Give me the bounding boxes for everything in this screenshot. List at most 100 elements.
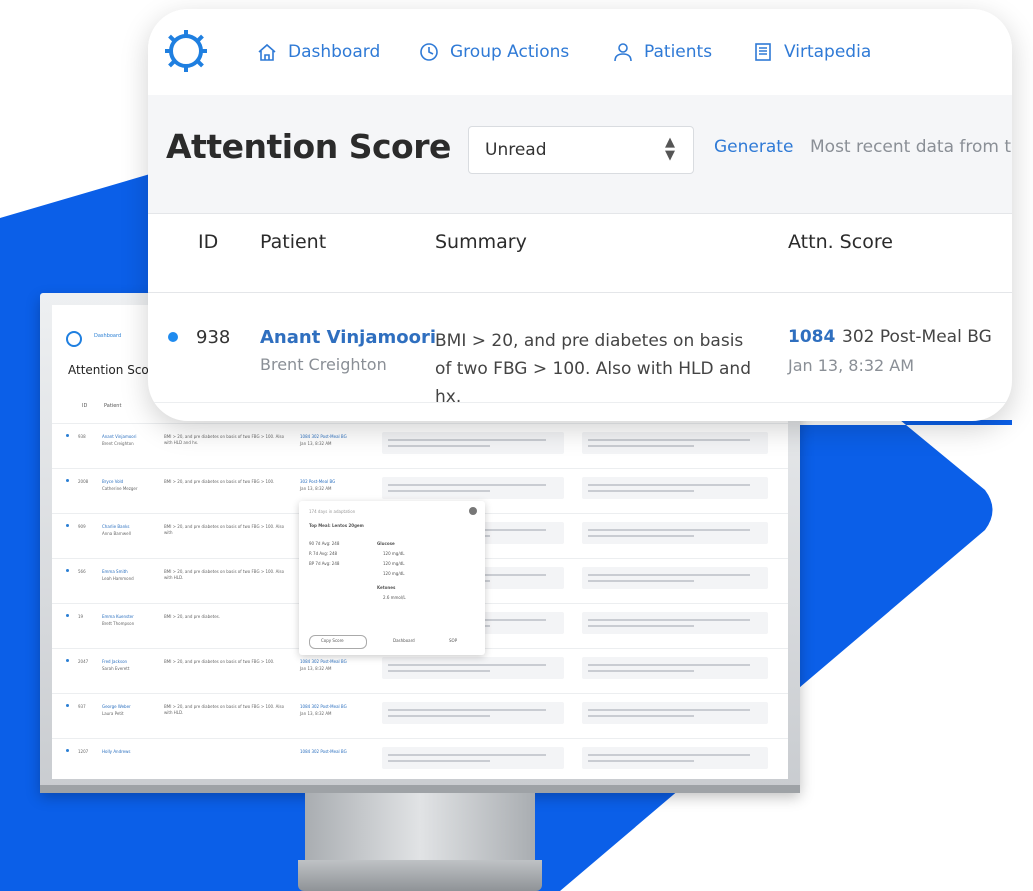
summary-text: BMI > 20, and pre diabetes on basis of t… — [164, 569, 285, 580]
note-cell — [582, 657, 768, 679]
note-text-line — [588, 529, 750, 531]
column-header-patient[interactable]: Patient — [260, 231, 326, 253]
popup-ketones-value: 2.6 mmol/L — [383, 595, 406, 600]
note-cell — [582, 477, 768, 499]
note-cell — [382, 702, 564, 724]
column-header-summary[interactable]: Summary — [435, 231, 527, 253]
filter-select[interactable]: Unread ▲ ▼ — [468, 126, 694, 174]
note-cell — [582, 567, 768, 589]
attention-score-link[interactable]: 1084 — [788, 327, 835, 347]
nav-group-actions[interactable]: Group Actions — [418, 39, 569, 65]
provider-name: Brett Thompson — [102, 621, 135, 626]
gear-icon[interactable] — [164, 29, 208, 73]
nav-dashboard[interactable]: Dashboard — [256, 39, 380, 65]
popup-glucose-value: 120 mg/dL — [383, 561, 405, 566]
popup-sop-link[interactable]: SOP — [449, 638, 457, 643]
nav-patients-label: Patients — [644, 42, 713, 62]
popup-glucose-value: 120 mg/dL — [383, 551, 405, 556]
nav-group-actions-label: Group Actions — [450, 42, 570, 62]
provider-name: Laura Petit — [102, 711, 124, 716]
note-text-line — [588, 484, 750, 486]
note-text-line — [388, 484, 546, 486]
nav-patients[interactable]: Patients — [612, 39, 712, 65]
popup-ketones-label: Ketones — [377, 585, 396, 590]
monitor-stand — [305, 793, 535, 861]
score-timestamp: Jan 13, 8:32 AM — [300, 486, 332, 491]
clock-icon — [420, 43, 438, 61]
table-row[interactable]: 937 George Weber Laura Petit BMI > 20, and … — [52, 693, 788, 738]
popup-dashboard-link[interactable]: Dashboard — [393, 638, 415, 643]
note-text-line — [388, 715, 490, 717]
attention-score-link[interactable]: 302 Post-Meal BG — [300, 479, 360, 485]
patient-name-link[interactable]: Charlie Banks — [102, 524, 162, 530]
popup-glucose-value: 120 mg/dL — [383, 571, 405, 576]
filter-select-value: Unread — [485, 140, 547, 160]
patient-name-link[interactable]: Anant Vinjamoori — [102, 434, 162, 440]
home-icon — [258, 43, 276, 61]
table-row[interactable]: 1207 Holly Andrews 1084 302 Post-Meal BG — [52, 738, 788, 779]
provider-name: Anna Barnwell — [102, 531, 131, 536]
patient-name-link[interactable]: Bryce Vold — [102, 479, 162, 485]
popup-top-meal: Top Meal: Lentos 20gem — [309, 523, 364, 528]
note-text-line — [588, 715, 694, 717]
score-timestamp: Jan 13, 8:32 AM — [300, 711, 332, 716]
note-text-line — [388, 760, 490, 762]
popup-close-icon[interactable] — [469, 507, 477, 515]
row-divider — [148, 402, 1012, 403]
summary-text: BMI > 20, and pre diabetes on basis of t… — [164, 434, 285, 445]
note-text-line — [388, 445, 490, 447]
unread-indicator — [66, 434, 69, 437]
mini-nav-dashboard[interactable]: Dashboard — [94, 333, 121, 339]
summary-text: BMI > 20, and pre diabetes. — [164, 614, 221, 619]
monitor-stand-base — [298, 860, 542, 891]
patient-name-link[interactable]: Fred Jackson — [102, 659, 162, 665]
note-cell — [382, 657, 564, 679]
marketing-scene: Dashboard Attention Sco ID Patient 938 An… — [0, 0, 1033, 891]
patient-name-link[interactable]: Anant Vinjamoori — [260, 327, 436, 348]
unread-indicator — [66, 479, 69, 482]
attention-score-link[interactable]: 1084 302 Post-Meal BG — [300, 749, 360, 755]
attention-score-link[interactable]: 1084 302 Post-Meal BG — [300, 704, 360, 710]
score-timestamp: Jan 13, 8:32 AM — [300, 441, 332, 446]
note-text-line — [388, 490, 490, 492]
note-cell — [382, 747, 564, 769]
unread-indicator — [66, 614, 69, 617]
column-header-attn-score[interactable]: Attn. Score — [788, 231, 893, 253]
recent-data-text: Most recent data from to — [810, 137, 1012, 157]
book-icon — [755, 43, 771, 61]
note-text-line — [588, 760, 694, 762]
unread-indicator — [168, 332, 178, 342]
nav-dashboard-label: Dashboard — [288, 42, 381, 62]
row-id: 938 — [196, 327, 231, 348]
generate-link[interactable]: Generate — [714, 137, 793, 157]
popup-stat: BP 7d Avg: 248 — [309, 561, 340, 566]
popup-header: 174 days in adaptation — [309, 509, 356, 514]
row-divider — [148, 292, 1012, 293]
note-text-line — [388, 754, 546, 756]
note-text-line — [588, 664, 750, 666]
nav-virtapedia[interactable]: Virtapedia — [752, 39, 871, 65]
summary-text: BMI > 20, and pre diabetes on basis of t… — [164, 479, 275, 484]
attention-score-link[interactable]: 1084 302 Post-Meal BG — [300, 434, 360, 440]
select-arrows-icon: ▲ ▼ — [665, 135, 675, 163]
note-text-line — [588, 574, 750, 576]
patient-name-link[interactable]: Emma Smith — [102, 569, 162, 575]
column-header-id[interactable]: ID — [198, 231, 218, 253]
note-text-line — [588, 580, 694, 582]
patient-name-link[interactable]: Holly Andrews — [102, 749, 162, 755]
note-text-line — [588, 754, 750, 756]
note-text-line — [388, 664, 546, 666]
provider-name: Catherine Mezger — [102, 486, 138, 491]
note-cell — [382, 477, 564, 499]
attention-score-link[interactable]: 1084 302 Post-Meal BG — [300, 659, 360, 665]
mini-col-id: ID — [82, 403, 88, 409]
page-title: Attention Score — [166, 127, 451, 166]
patient-name-link[interactable]: George Weber — [102, 704, 162, 710]
note-cell — [382, 432, 564, 454]
table-row[interactable]: 938 Anant Vinjamoori Brent Creighton BMI > … — [52, 423, 788, 468]
note-cell — [582, 432, 768, 454]
note-text-line — [588, 625, 694, 627]
patient-name-link[interactable]: Emma Kuenster — [102, 614, 162, 620]
unread-indicator — [66, 569, 69, 572]
mini-gear-icon — [66, 331, 82, 347]
